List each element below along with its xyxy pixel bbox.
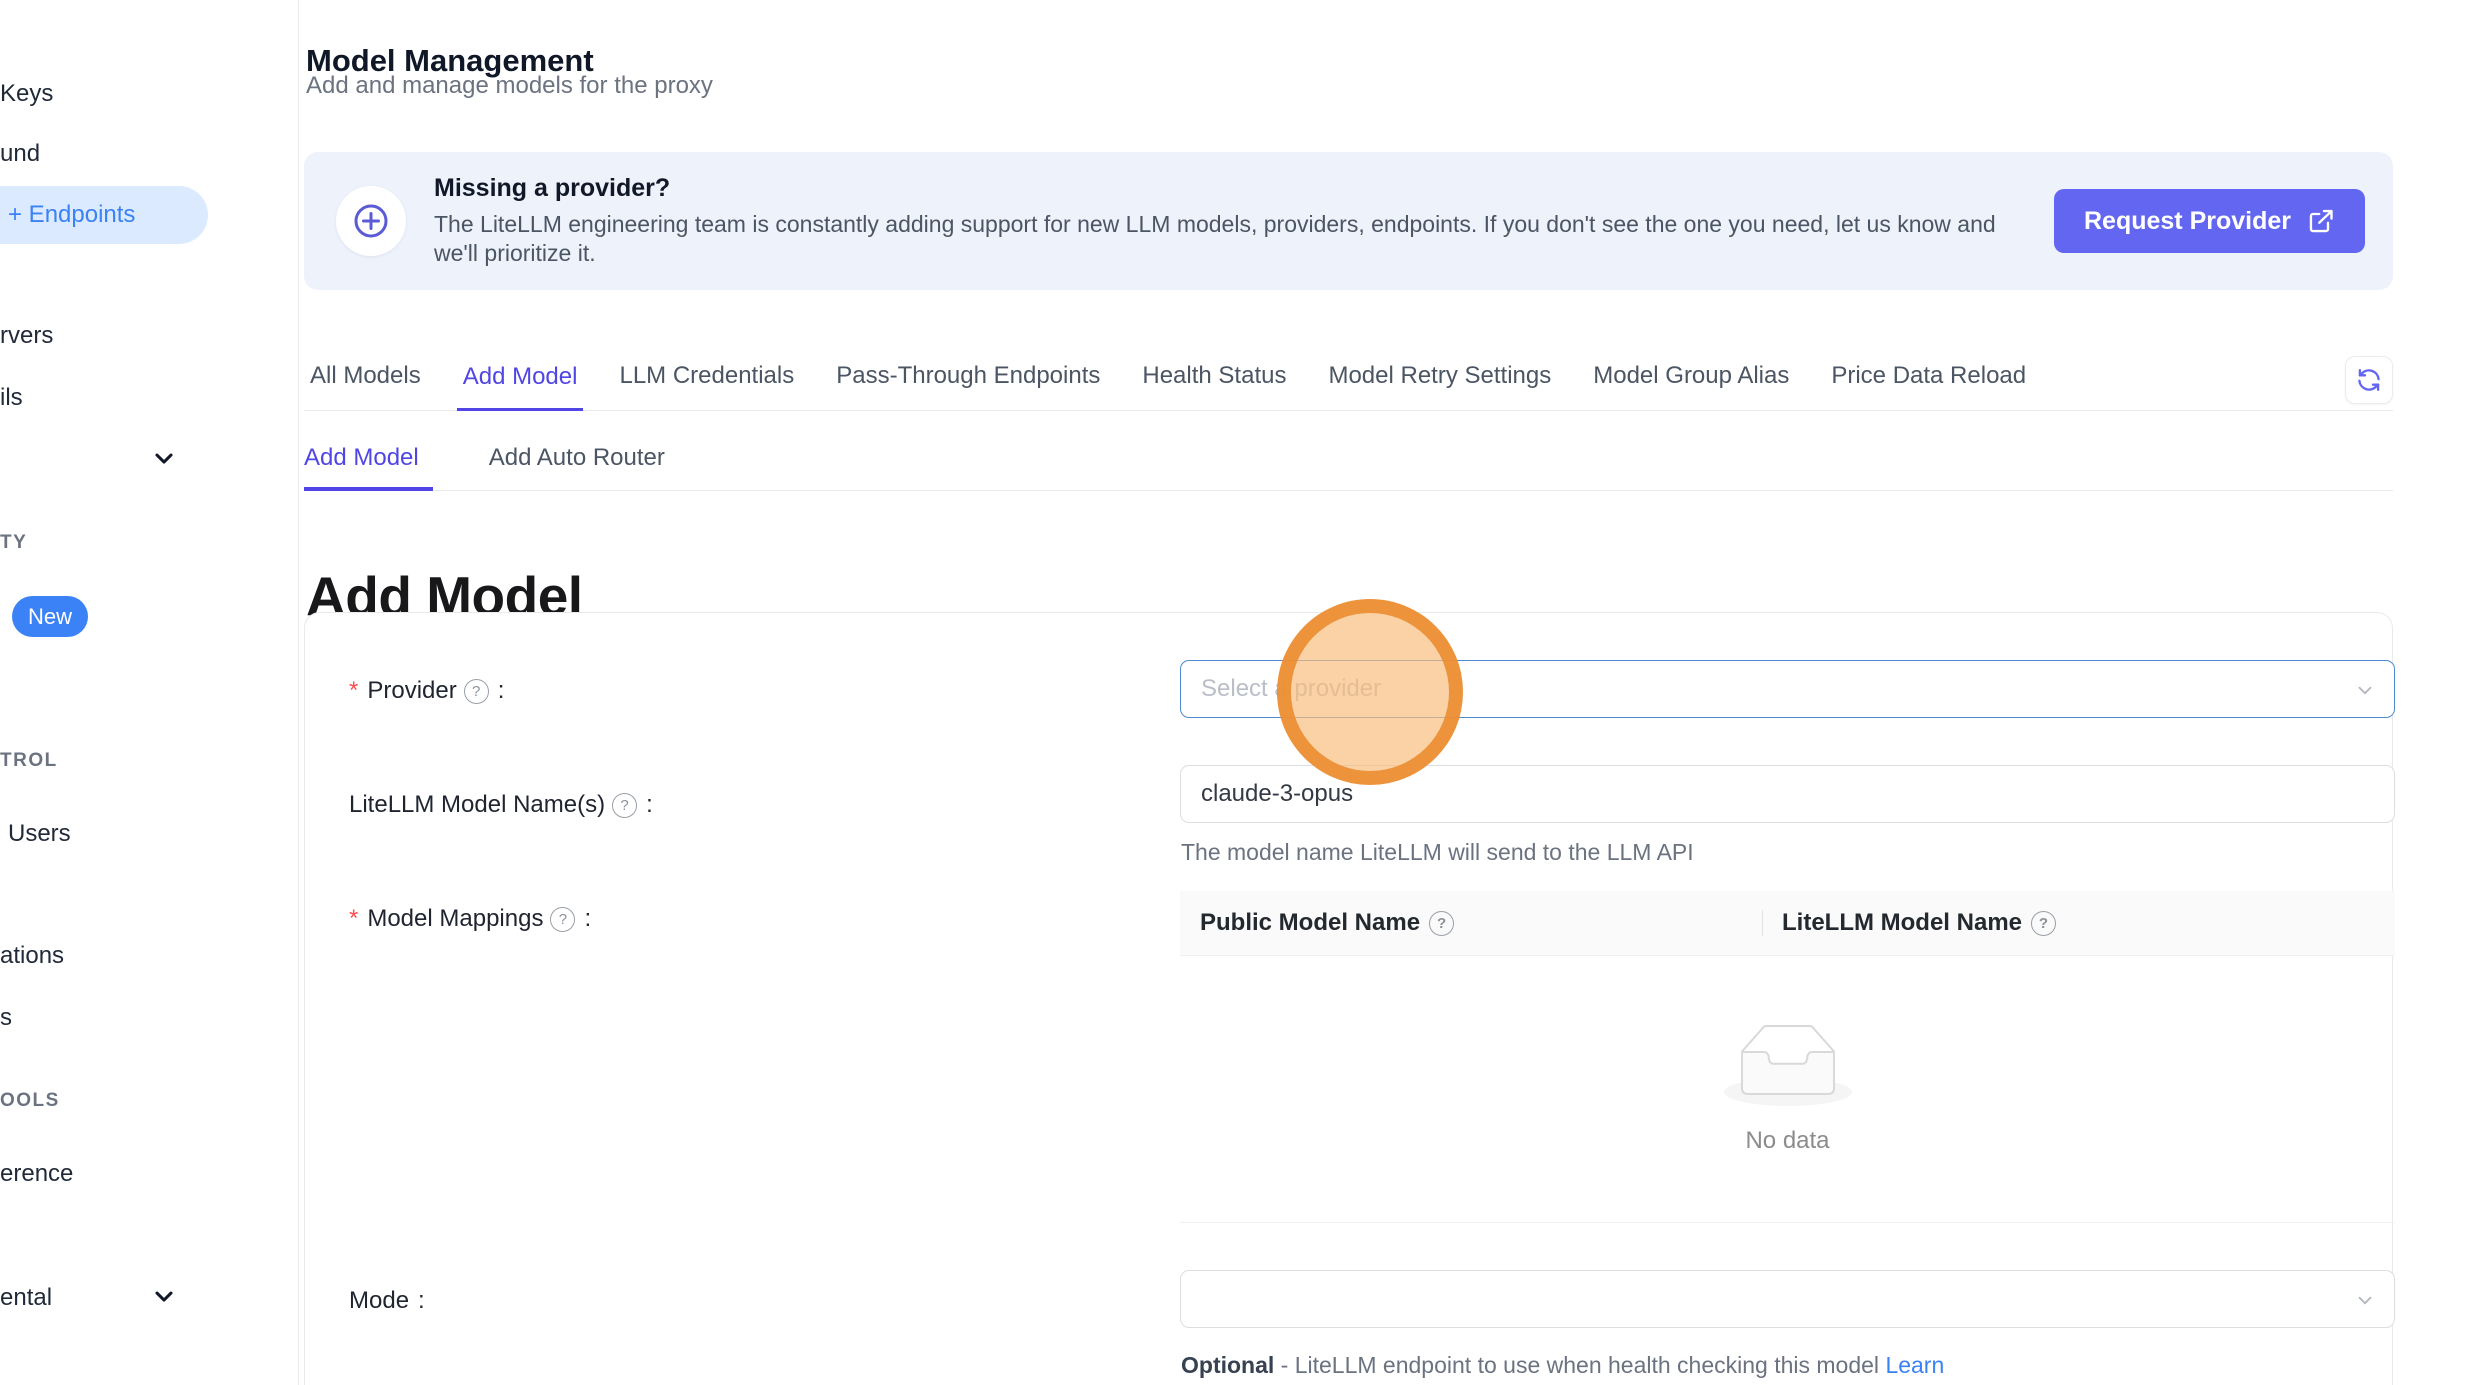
required-asterisk: * bbox=[349, 677, 358, 705]
banner-title: Missing a provider? bbox=[434, 174, 670, 203]
table-empty-state: No data bbox=[1180, 956, 2395, 1223]
sidebar-item-keys[interactable]: Keys bbox=[0, 80, 53, 108]
refresh-icon bbox=[2355, 366, 2383, 394]
sidebar-item-label: + Endpoints bbox=[8, 201, 135, 229]
model-management-page: Keys und + Endpoints rvers ils TY New TR… bbox=[0, 0, 2477, 1385]
page-subtitle: Add and manage models for the proxy bbox=[306, 72, 713, 100]
provider-select[interactable]: Select a provider bbox=[1180, 660, 2395, 718]
sidebar-item-playground[interactable]: und bbox=[0, 140, 40, 168]
help-icon[interactable]: ? bbox=[2031, 911, 2056, 936]
sidebar-item-users[interactable]: Users bbox=[8, 820, 71, 848]
sidebar-item-reference[interactable]: erence bbox=[0, 1160, 73, 1188]
plus-circle-icon bbox=[336, 186, 406, 256]
model-name-input[interactable]: claude-3-opus bbox=[1180, 765, 2395, 823]
chevron-down-icon bbox=[2354, 679, 2376, 706]
required-asterisk: * bbox=[349, 905, 358, 933]
sidebar-item-ils[interactable]: ils bbox=[0, 384, 23, 412]
provider-placeholder: Select a provider bbox=[1201, 675, 1381, 703]
sidebar: Keys und + Endpoints rvers ils TY New TR… bbox=[0, 0, 299, 1385]
tab-bar: All Models Add Model LLM Credentials Pas… bbox=[304, 352, 2393, 411]
missing-provider-banner: Missing a provider? The LiteLLM engineer… bbox=[304, 152, 2393, 290]
model-name-helper: The model name LiteLLM will send to the … bbox=[1181, 839, 1694, 866]
model-mappings-table: Public Model Name ? LiteLLM Model Name ? bbox=[1180, 891, 2395, 1223]
mode-helper: Optional - LiteLLM endpoint to use when … bbox=[1181, 1352, 1944, 1379]
mode-label: Mode : bbox=[349, 1287, 425, 1315]
mode-select[interactable] bbox=[1180, 1270, 2395, 1328]
inbox-icon bbox=[1724, 1024, 1852, 1111]
column-header-litellm-model-name: LiteLLM Model Name ? bbox=[1762, 909, 2056, 937]
help-icon[interactable]: ? bbox=[464, 679, 489, 704]
new-badge: New bbox=[12, 596, 88, 637]
sidebar-section-header: TROL bbox=[0, 750, 58, 772]
sidebar-section-header: OOLS bbox=[0, 1090, 60, 1112]
help-icon[interactable]: ? bbox=[550, 907, 575, 932]
no-data-text: No data bbox=[1745, 1127, 1829, 1155]
subtab-bar: Add Model Add Auto Router bbox=[304, 436, 2393, 491]
learn-link[interactable]: Learn bbox=[1885, 1352, 1944, 1378]
help-icon[interactable]: ? bbox=[1429, 911, 1454, 936]
tab-all-models[interactable]: All Models bbox=[304, 352, 427, 410]
sidebar-section-header: TY bbox=[0, 532, 27, 554]
tab-model-group-alias[interactable]: Model Group Alias bbox=[1587, 352, 1795, 410]
tab-health-status[interactable]: Health Status bbox=[1136, 352, 1292, 410]
sidebar-item-models-endpoints[interactable]: + Endpoints bbox=[0, 186, 208, 244]
tab-model-retry-settings[interactable]: Model Retry Settings bbox=[1322, 352, 1557, 410]
model-names-label: LiteLLM Model Name(s) ? : bbox=[349, 791, 653, 819]
tab-add-model[interactable]: Add Model bbox=[457, 353, 584, 411]
model-mappings-label: * Model Mappings ? : bbox=[349, 905, 591, 933]
help-icon[interactable]: ? bbox=[612, 793, 637, 818]
sidebar-item-s[interactable]: s bbox=[0, 1004, 12, 1032]
tab-price-data-reload[interactable]: Price Data Reload bbox=[1825, 352, 2032, 410]
column-divider bbox=[1762, 910, 1763, 936]
sidebar-item-organizations[interactable]: ations bbox=[0, 942, 64, 970]
add-model-form-card: * Provider ? : Select a provider LiteLLM… bbox=[304, 612, 2393, 1385]
tab-pass-through-endpoints[interactable]: Pass-Through Endpoints bbox=[830, 352, 1106, 410]
main-content: Model Management Add and manage models f… bbox=[304, 0, 2393, 1385]
chevron-down-icon[interactable] bbox=[150, 1282, 178, 1310]
column-header-public-model-name: Public Model Name ? bbox=[1180, 909, 1762, 937]
external-link-icon bbox=[2307, 207, 2335, 235]
sidebar-item-servers[interactable]: rvers bbox=[0, 322, 53, 350]
subtab-add-model[interactable]: Add Model bbox=[304, 436, 433, 491]
model-name-value: claude-3-opus bbox=[1201, 780, 1353, 808]
table-header-row: Public Model Name ? LiteLLM Model Name ? bbox=[1180, 891, 2395, 956]
subtab-add-auto-router[interactable]: Add Auto Router bbox=[489, 436, 673, 490]
refresh-button[interactable] bbox=[2345, 356, 2393, 404]
provider-label: * Provider ? : bbox=[349, 677, 504, 705]
sidebar-item-experimental[interactable]: ental bbox=[0, 1284, 52, 1312]
request-provider-button[interactable]: Request Provider bbox=[2054, 189, 2365, 253]
tab-llm-credentials[interactable]: LLM Credentials bbox=[613, 352, 800, 410]
chevron-down-icon bbox=[2354, 1289, 2376, 1316]
chevron-down-icon[interactable] bbox=[150, 444, 178, 472]
banner-body: The LiteLLM engineering team is constant… bbox=[434, 210, 2034, 269]
request-provider-label: Request Provider bbox=[2084, 207, 2291, 236]
